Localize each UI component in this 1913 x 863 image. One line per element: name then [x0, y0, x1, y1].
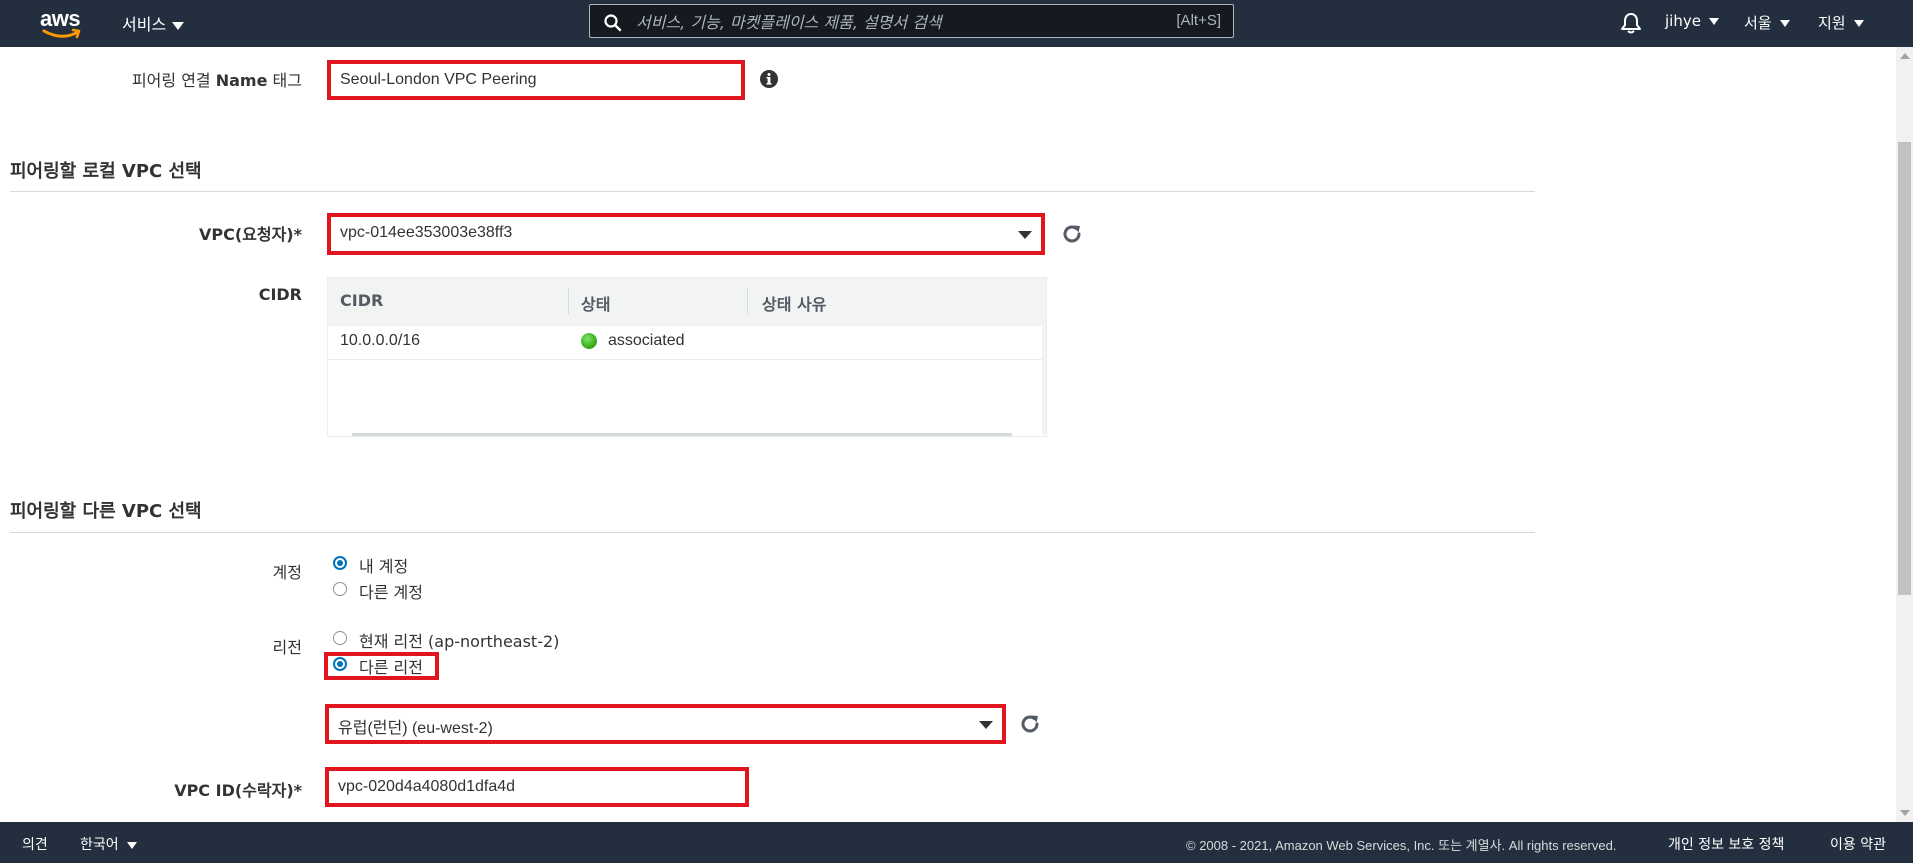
chevron-down-icon	[1853, 20, 1864, 27]
accepter-vpc-field[interactable]	[325, 767, 749, 807]
aws-smile-icon	[42, 28, 81, 39]
privacy-policy-link[interactable]: 개인 정보 보호 정책	[1668, 834, 1784, 854]
radio-label: 내 계정	[359, 557, 409, 576]
account-label: 계정	[272, 563, 302, 582]
column-header-cidr[interactable]: CIDR	[340, 291, 383, 310]
services-label: 서비스	[122, 15, 167, 34]
copyright-text: © 2008 - 2021, Amazon Web Services, Inc.…	[1186, 838, 1617, 853]
radio-label: 다른 계정	[359, 583, 423, 602]
chevron-down-icon	[1018, 231, 1032, 239]
page-vertical-scrollbar[interactable]	[1896, 47, 1913, 822]
user-name: jihye	[1665, 12, 1701, 30]
status-value: associated	[608, 332, 685, 349]
bell-icon[interactable]	[1620, 11, 1642, 35]
aws-logo[interactable]: aws	[40, 6, 84, 40]
chevron-down-icon	[126, 841, 137, 849]
footer-bar: 의견 한국어 © 2008 - 2021, Amazon Web Service…	[0, 822, 1913, 863]
region-select[interactable]: 유럽(런던) (eu-west-2)	[325, 704, 1006, 744]
radio-unchecked-indicator[interactable]	[333, 631, 347, 645]
table-row: 10.0.0.0/16 associated	[328, 325, 1046, 360]
name-tag-label: 피어링 연결 Name 태그	[132, 67, 302, 91]
section-divider	[10, 191, 1535, 192]
name-tag-label-bold: Name	[215, 71, 268, 90]
refresh-icon[interactable]	[1061, 223, 1083, 245]
region-name: 서울	[1744, 14, 1772, 32]
peering-connection-form: 피어링 연결 Name 태그 피어링할 로컬 VPC 선택 VPC(요청자)* …	[0, 47, 1896, 822]
radio-unchecked-indicator[interactable]	[333, 582, 347, 596]
column-header-status[interactable]: 상태	[581, 291, 610, 315]
radio-checked-indicator[interactable]	[333, 657, 347, 671]
search-input[interactable]	[634, 9, 1118, 35]
other-vpc-section-title: 피어링할 다른 VPC 선택	[10, 501, 202, 522]
radio-checked-indicator[interactable]	[333, 556, 347, 570]
accepter-vpc-input[interactable]	[326, 768, 748, 806]
requester-vpc-select[interactable]: vpc-014ee353003e38ff3	[327, 213, 1045, 255]
support-label: 지원	[1818, 14, 1846, 32]
requester-vpc-label: VPC(요청자)*	[198, 225, 302, 244]
search-icon	[604, 14, 622, 32]
services-menu-button[interactable]: 서비스	[122, 11, 185, 35]
cidr-table-header: CIDR 상태 상태 사유	[328, 278, 1046, 326]
accepter-vpc-label: VPC ID(수락자)*	[174, 781, 302, 800]
cidr-table: CIDR 상태 상태 사유 10.0.0.0/16 associated	[327, 277, 1047, 437]
section-divider	[10, 532, 1535, 533]
region-select-value: 유럽(런던) (eu-west-2)	[338, 720, 493, 737]
language-label: 한국어	[80, 837, 119, 853]
info-icon[interactable]	[759, 69, 779, 89]
column-divider	[568, 288, 569, 314]
global-search[interactable]: [Alt+S]	[589, 4, 1234, 38]
chevron-down-icon	[1708, 18, 1719, 25]
column-divider	[747, 288, 748, 314]
language-selector[interactable]: 한국어	[80, 834, 137, 854]
name-tag-input[interactable]	[328, 61, 744, 99]
support-menu-button[interactable]: 지원	[1818, 12, 1864, 33]
refresh-icon[interactable]	[1019, 713, 1041, 735]
name-tag-label-suffix: 태그	[272, 71, 302, 90]
local-vpc-section-title: 피어링할 로컬 VPC 선택	[10, 161, 202, 182]
name-tag-label-prefix: 피어링 연결	[131, 71, 211, 90]
radio-label: 다른 리전	[359, 658, 423, 677]
user-menu-button[interactable]: jihye	[1665, 12, 1719, 30]
cidr-value: 10.0.0.0/16	[340, 332, 421, 349]
feedback-link[interactable]: 의견	[22, 834, 48, 854]
table-horizontal-scrollbar[interactable]	[352, 433, 1012, 436]
status-ok-icon	[581, 333, 597, 349]
region-menu-button[interactable]: 서울	[1744, 12, 1790, 33]
table-vertical-scrollbar[interactable]	[1042, 325, 1046, 435]
scrollbar-thumb[interactable]	[1898, 142, 1911, 595]
search-shortcut-hint: [Alt+S]	[1176, 12, 1221, 29]
top-navigation-bar: aws 서비스 [Alt+S] jihye 서울 지원	[0, 0, 1913, 47]
chevron-down-icon	[979, 721, 993, 729]
radio-label: 현재 리전 (ap-northeast-2)	[359, 632, 560, 651]
scroll-up-arrow-icon[interactable]	[1900, 53, 1910, 59]
requester-vpc-value: vpc-014ee353003e38ff3	[340, 224, 513, 241]
scroll-down-arrow-icon[interactable]	[1900, 810, 1910, 816]
region-label: 리전	[272, 638, 302, 657]
chevron-down-icon	[172, 21, 185, 30]
column-header-status-reason[interactable]: 상태 사유	[762, 291, 826, 315]
name-tag-field[interactable]	[327, 60, 745, 100]
cidr-label: CIDR	[258, 285, 302, 304]
terms-link[interactable]: 이용 약관	[1830, 834, 1886, 854]
chevron-down-icon	[1779, 20, 1790, 27]
